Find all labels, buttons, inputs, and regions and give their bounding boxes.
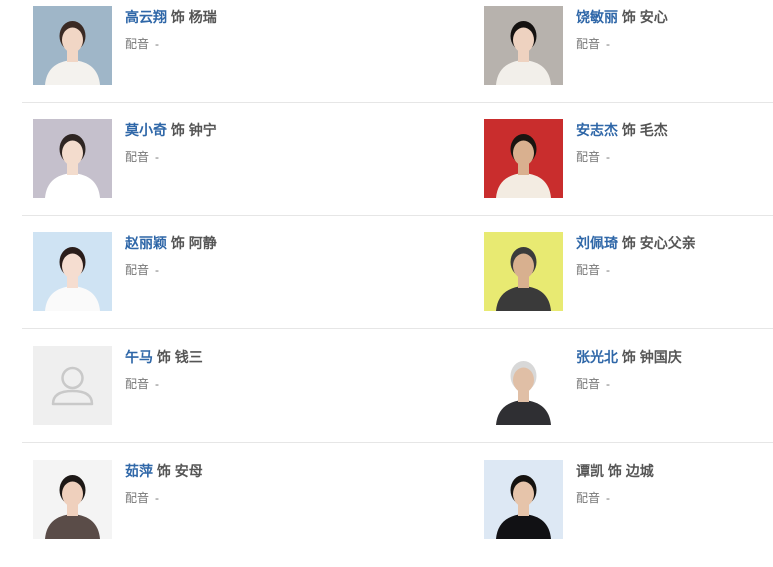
as-label: 饰 [621, 349, 636, 365]
portrait-image [484, 460, 563, 539]
cast-item: 高云翔 饰 杨瑞 配音 - [33, 0, 333, 100]
dub-value: - [155, 150, 160, 164]
dub-label: 配音 [125, 150, 150, 164]
role-name: 边城 [625, 463, 654, 479]
role-name: 钱三 [174, 349, 203, 365]
actor-name-link[interactable]: 张光北 [576, 349, 618, 365]
cast-item: 赵丽颖 饰 阿静 配音 - [33, 226, 333, 326]
dub-value: - [155, 263, 160, 277]
actor-name-link[interactable]: 茹萍 [125, 463, 153, 479]
cast-info: 安志杰 饰 毛杰 配音 - [576, 121, 668, 165]
as-label: 饰 [621, 9, 636, 25]
dub-value: - [606, 491, 611, 505]
dub-value: - [606, 37, 611, 51]
dub-value: - [606, 377, 611, 391]
cast-info: 谭凯 饰 边城 配音 - [576, 462, 654, 506]
role-name: 毛杰 [639, 122, 668, 138]
role-name: 安心父亲 [639, 235, 696, 251]
dub-label: 配音 [576, 377, 601, 391]
as-label: 饰 [170, 235, 185, 251]
cast-info: 莫小奇 饰 钟宁 配音 - [125, 121, 217, 165]
as-label: 饰 [156, 463, 171, 479]
actor-photo[interactable] [484, 232, 563, 311]
role-name: 安心 [639, 9, 668, 25]
as-label: 饰 [170, 122, 185, 138]
dub-label: 配音 [576, 263, 601, 277]
dub-value: - [155, 37, 160, 51]
dub-label: 配音 [125, 377, 150, 391]
user-placeholder-icon [33, 346, 112, 425]
dub-value: - [606, 263, 611, 277]
cast-item: 午马 饰 钱三 配音 - [33, 340, 333, 440]
dub-label: 配音 [576, 37, 601, 51]
dub-label: 配音 [576, 491, 601, 505]
role-name: 钟宁 [188, 122, 217, 138]
actor-photo[interactable] [33, 460, 112, 539]
role-name: 安母 [174, 463, 203, 479]
portrait-image [33, 232, 112, 311]
as-label: 饰 [621, 122, 636, 138]
dub-label: 配音 [125, 37, 150, 51]
portrait-image [33, 460, 112, 539]
cast-item: 茹萍 饰 安母 配音 - [33, 454, 333, 554]
as-label: 饰 [170, 9, 185, 25]
cast-item: 饶敏丽 饰 安心 配音 - [484, 0, 773, 100]
cast-row: 午马 饰 钱三 配音 - 张光北 饰 钟国庆 配音 - [0, 340, 773, 453]
cast-info: 午马 饰 钱三 配音 - [125, 348, 203, 392]
cast-row: 莫小奇 饰 钟宁 配音 - 安志杰 饰 毛杰 配音 - [0, 113, 773, 226]
cast-row: 赵丽颖 饰 阿静 配音 - 刘佩琦 饰 安心父亲 配音 - [0, 226, 773, 339]
dub-label: 配音 [576, 150, 601, 164]
cast-item: 安志杰 饰 毛杰 配音 - [484, 113, 773, 213]
cast-row: 高云翔 饰 杨瑞 配音 - 饶敏丽 饰 安心 配音 - [0, 0, 773, 113]
row-divider [22, 328, 773, 329]
role-name: 阿静 [188, 235, 217, 251]
actor-name-link[interactable]: 莫小奇 [125, 122, 167, 138]
role-name: 钟国庆 [639, 349, 682, 365]
dub-value: - [606, 150, 611, 164]
portrait-image [484, 346, 563, 425]
actor-name-link[interactable]: 赵丽颖 [125, 235, 167, 251]
dub-label: 配音 [125, 263, 150, 277]
row-divider [22, 102, 773, 103]
cast-info: 茹萍 饰 安母 配音 - [125, 462, 203, 506]
cast-item: 莫小奇 饰 钟宁 配音 - [33, 113, 333, 213]
actor-photo[interactable] [33, 232, 112, 311]
actor-photo[interactable] [484, 460, 563, 539]
row-divider [22, 442, 773, 443]
actor-photo[interactable] [33, 346, 112, 425]
cast-info: 饶敏丽 饰 安心 配音 - [576, 8, 668, 52]
portrait-image [33, 119, 112, 198]
cast-item: 刘佩琦 饰 安心父亲 配音 - [484, 226, 773, 326]
as-label: 饰 [621, 235, 636, 251]
actor-photo[interactable] [484, 6, 563, 85]
actor-name-link[interactable]: 刘佩琦 [576, 235, 618, 251]
as-label: 饰 [156, 349, 171, 365]
portrait-image [484, 232, 563, 311]
cast-item: 张光北 饰 钟国庆 配音 - [484, 340, 773, 440]
dub-label: 配音 [125, 491, 150, 505]
cast-info: 张光北 饰 钟国庆 配音 - [576, 348, 682, 392]
dub-value: - [155, 491, 160, 505]
actor-photo[interactable] [484, 119, 563, 198]
cast-info: 赵丽颖 饰 阿静 配音 - [125, 234, 217, 278]
portrait-image [484, 6, 563, 85]
actor-name-link[interactable]: 高云翔 [125, 9, 167, 25]
portrait-image [484, 119, 563, 198]
actor-photo[interactable] [33, 6, 112, 85]
cast-info: 刘佩琦 饰 安心父亲 配音 - [576, 234, 696, 278]
dub-value: - [155, 377, 160, 391]
as-label: 饰 [607, 463, 622, 479]
portrait-image [33, 6, 112, 85]
actor-name: 谭凯 [576, 463, 604, 479]
actor-name-link[interactable]: 安志杰 [576, 122, 618, 138]
row-divider [22, 215, 773, 216]
actor-name-link[interactable]: 饶敏丽 [576, 9, 618, 25]
cast-row: 茹萍 饰 安母 配音 - 谭凯 饰 边城 配音 - [0, 454, 773, 567]
role-name: 杨瑞 [188, 9, 217, 25]
cast-item: 谭凯 饰 边城 配音 - [484, 454, 773, 554]
actor-name-link[interactable]: 午马 [125, 349, 153, 365]
actor-photo[interactable] [33, 119, 112, 198]
cast-info: 高云翔 饰 杨瑞 配音 - [125, 8, 217, 52]
actor-photo[interactable] [484, 346, 563, 425]
